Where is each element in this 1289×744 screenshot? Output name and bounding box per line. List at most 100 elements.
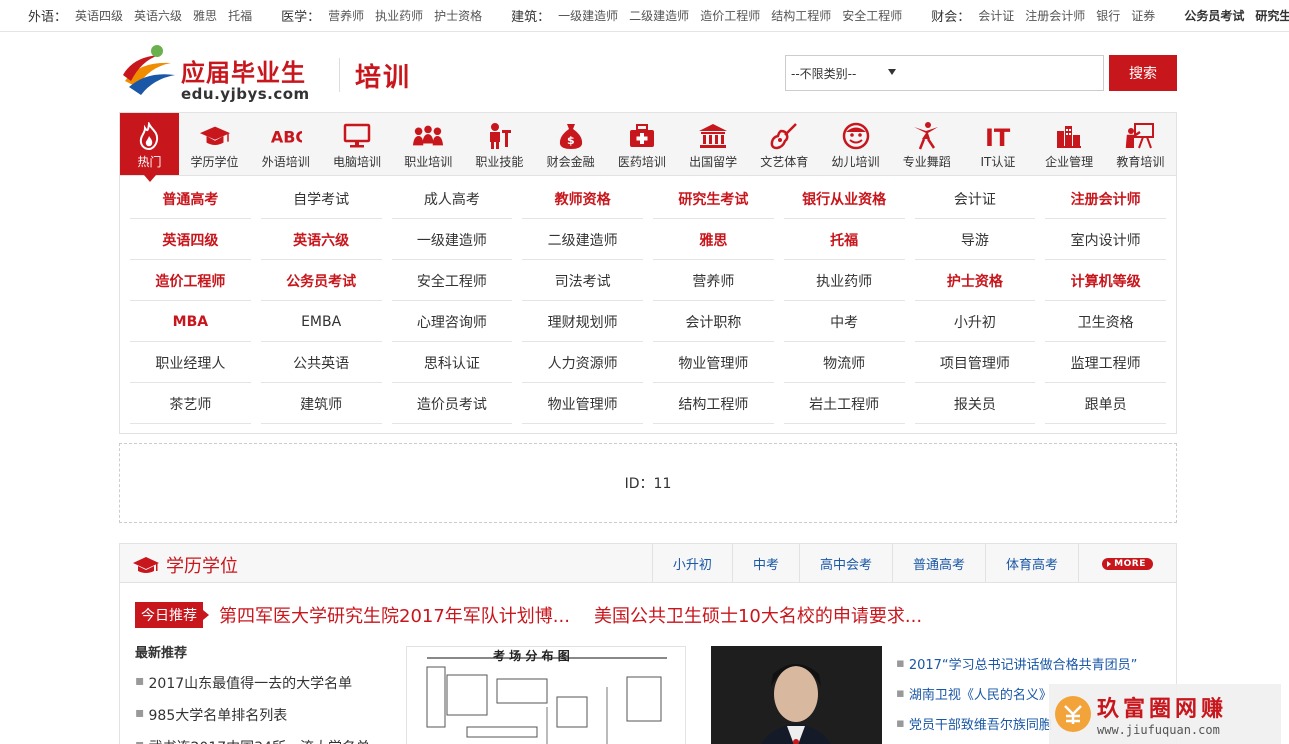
category-item[interactable]: 学历学位 <box>179 113 250 175</box>
category-item[interactable]: 教育培训 <box>1105 113 1176 175</box>
hot-grid-link[interactable]: 中考 <box>783 303 905 342</box>
hot-grid-link[interactable]: 监理工程师 <box>1045 344 1166 383</box>
topbar-link[interactable]: 银行 <box>1096 7 1120 24</box>
hot-grid-link[interactable]: 造价员考试 <box>391 385 513 424</box>
topbar-link[interactable]: 结构工程师 <box>771 7 831 24</box>
news-photo[interactable]: 毛宁的人民检察院人民... <box>711 646 882 744</box>
hot-grid-link[interactable]: 小升初 <box>914 303 1036 342</box>
hot-grid-link[interactable]: 理财规划师 <box>522 303 643 342</box>
hot-grid-link[interactable]: 安全工程师 <box>391 262 513 301</box>
hot-grid-link[interactable]: 物业管理师 <box>653 344 774 383</box>
topbar-link[interactable]: 造价工程师 <box>700 7 760 24</box>
hot-grid-link[interactable]: 银行从业资格 <box>783 180 905 219</box>
hot-grid-link[interactable]: MBA <box>130 303 251 342</box>
topbar-link[interactable]: 护士资格 <box>434 7 482 24</box>
category-item[interactable]: 专业舞蹈 <box>891 113 962 175</box>
topbar-link[interactable]: 执业药师 <box>375 7 423 24</box>
category-item[interactable]: $ 财会金融 <box>535 113 606 175</box>
today-link[interactable]: 美国公共卫生硕士10大名校的申请要求... <box>594 602 922 628</box>
section-tab[interactable]: 中考 <box>731 544 799 583</box>
category-item[interactable]: 文艺体育 <box>749 113 820 175</box>
topbar-link[interactable]: 二级建造师 <box>629 7 689 24</box>
exam-layout-image[interactable]: 考 场 分 布 图 <box>406 646 686 744</box>
more-button[interactable]: MORE <box>1102 557 1153 570</box>
hot-grid-link[interactable]: 公务员考试 <box>260 262 382 301</box>
topbar-link[interactable]: 英语四级 <box>75 7 123 24</box>
hot-grid-link[interactable]: 英语六级 <box>260 221 382 260</box>
hot-grid-link[interactable]: 普通高考 <box>130 180 251 219</box>
hot-grid-link[interactable]: 自学考试 <box>260 180 382 219</box>
topbar-link[interactable]: 证券 <box>1131 7 1155 24</box>
hot-grid-link[interactable]: 研究生考试 <box>653 180 774 219</box>
topbar-link[interactable]: 一级建造师 <box>558 7 618 24</box>
section-tab[interactable]: 体育高考 <box>984 544 1078 583</box>
section-tab[interactable]: 小升初 <box>651 544 732 583</box>
hot-grid-link[interactable]: 教师资格 <box>522 180 643 219</box>
category-item[interactable]: 职业培训 <box>393 113 464 175</box>
hot-grid-link[interactable]: 造价工程师 <box>130 262 251 301</box>
section-title[interactable]: 学历学位 <box>132 552 238 578</box>
site-logo[interactable]: 应届毕业生 edu.yjbys.com <box>119 41 319 103</box>
hot-grid-link[interactable]: 物业管理师 <box>522 385 643 424</box>
hot-grid-link[interactable]: 公共英语 <box>260 344 382 383</box>
hot-grid-link[interactable]: 建筑师 <box>260 385 382 424</box>
topbar-link[interactable]: 托福 <box>228 7 252 24</box>
ad-placeholder[interactable]: ID：11 <box>119 443 1177 523</box>
topbar-bold-link[interactable]: 公务员考试 <box>1184 7 1244 24</box>
hot-grid-link[interactable]: 职业经理人 <box>130 344 251 383</box>
category-item[interactable]: 电脑培训 <box>321 113 392 175</box>
search-button[interactable]: 搜索 <box>1109 55 1177 91</box>
hot-grid-link[interactable]: 岩土工程师 <box>783 385 905 424</box>
category-item[interactable]: 幼儿培训 <box>820 113 891 175</box>
category-item[interactable]: 热门 <box>120 113 179 182</box>
topbar-link[interactable]: 营养师 <box>328 7 364 24</box>
hot-grid-link[interactable]: 一级建造师 <box>391 221 513 260</box>
today-link[interactable]: 第四军医大学研究生院2017年军队计划博... <box>219 602 570 628</box>
latest-item[interactable]: ▪ 2017山东最值得一去的大学名单 <box>135 673 395 705</box>
right-news-item[interactable]: ▪ 2017“学习总书记讲话做合格共青团员” <box>896 648 1176 678</box>
hot-grid-link[interactable]: 会计职称 <box>653 303 774 342</box>
hot-grid-link[interactable]: 跟单员 <box>1045 385 1166 424</box>
search-input[interactable] <box>902 55 1104 91</box>
latest-item[interactable]: ▪ 武书连2017中国34所一流大学名单 <box>135 737 395 744</box>
topbar-link[interactable]: 安全工程师 <box>842 7 902 24</box>
hot-grid-link[interactable]: 注册会计师 <box>1045 180 1166 219</box>
latest-item[interactable]: ▪ 985大学名单排名列表 <box>135 705 395 737</box>
section-tab[interactable]: 高中会考 <box>798 544 892 583</box>
hot-grid-link[interactable]: 茶艺师 <box>130 385 251 424</box>
section-tab[interactable]: 普通高考 <box>891 544 985 583</box>
hot-grid-link[interactable]: 执业药师 <box>783 262 905 301</box>
hot-grid-link[interactable]: 营养师 <box>653 262 774 301</box>
category-item[interactable]: 企业管理 <box>1034 113 1105 175</box>
hot-grid-link[interactable]: 心理咨询师 <box>391 303 513 342</box>
hot-grid-link[interactable]: 雅思 <box>653 221 774 260</box>
topbar-link[interactable]: 雅思 <box>193 7 217 24</box>
hot-grid-link[interactable]: 思科认证 <box>391 344 513 383</box>
hot-grid-link[interactable]: EMBA <box>260 303 382 342</box>
category-item[interactable]: 职业技能 <box>464 113 535 175</box>
hot-grid-link[interactable]: 室内设计师 <box>1045 221 1166 260</box>
hot-grid-link[interactable]: 托福 <box>783 221 905 260</box>
category-item[interactable]: 出国留学 <box>677 113 748 175</box>
category-item[interactable]: 医药培训 <box>606 113 677 175</box>
topbar-link[interactable]: 英语六级 <box>134 7 182 24</box>
hot-grid-link[interactable]: 人力资源师 <box>522 344 643 383</box>
hot-grid-link[interactable]: 成人高考 <box>391 180 513 219</box>
category-item[interactable]: ABC 外语培训 <box>250 113 321 175</box>
hot-grid-link[interactable]: 计算机等级 <box>1045 262 1166 301</box>
topbar-bold-link[interactable]: 研究生考试 <box>1255 7 1289 24</box>
hot-grid-link[interactable]: 二级建造师 <box>522 221 643 260</box>
hot-grid-link[interactable]: 护士资格 <box>914 262 1036 301</box>
hot-grid-link[interactable]: 结构工程师 <box>653 385 774 424</box>
hot-grid-link[interactable]: 卫生资格 <box>1045 303 1166 342</box>
hot-grid-link[interactable]: 英语四级 <box>130 221 251 260</box>
category-item[interactable]: IT IT认证 <box>962 113 1033 175</box>
hot-grid-link[interactable]: 导游 <box>914 221 1036 260</box>
hot-grid-link[interactable]: 物流师 <box>783 344 905 383</box>
search-category-select[interactable]: --不限类别-- <box>785 55 903 91</box>
hot-grid-link[interactable]: 报关员 <box>914 385 1036 424</box>
topbar-link[interactable]: 注册会计师 <box>1025 7 1085 24</box>
hot-grid-link[interactable]: 会计证 <box>914 180 1036 219</box>
topbar-link[interactable]: 会计证 <box>978 7 1014 24</box>
hot-grid-link[interactable]: 司法考试 <box>522 262 643 301</box>
